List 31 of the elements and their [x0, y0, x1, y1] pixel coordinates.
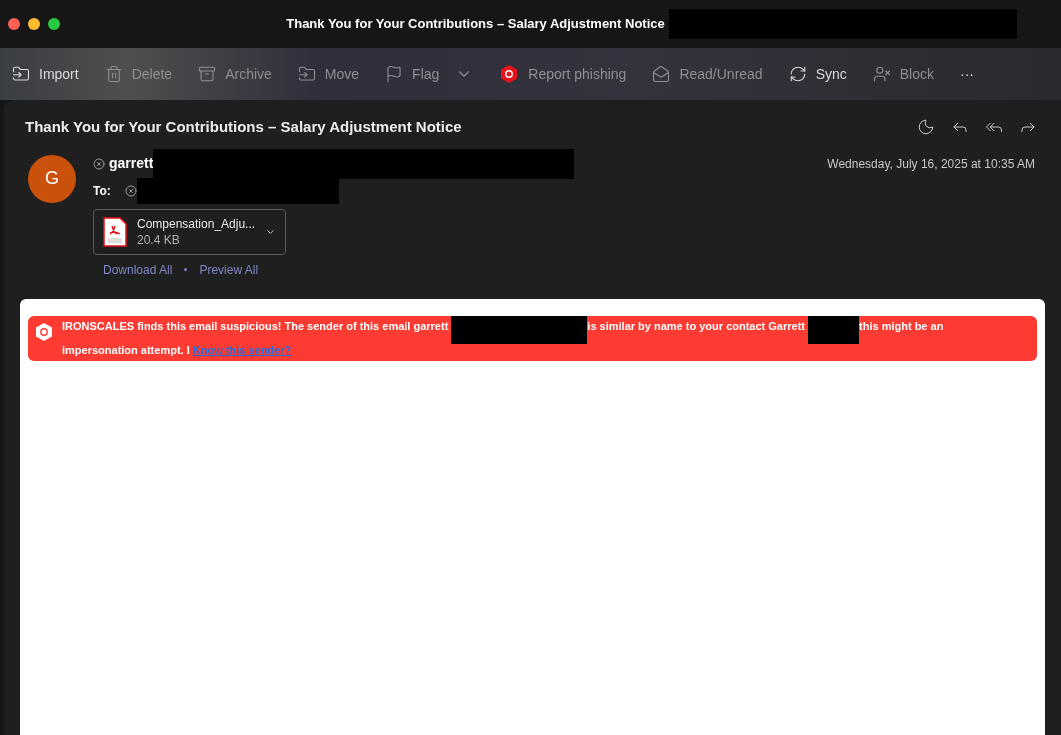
- sender-name: garrett: [109, 154, 154, 173]
- toolbar-button[interactable]: Import: [12, 63, 79, 85]
- attachment-link[interactable]: Download All: [103, 260, 173, 279]
- minimize-window-button[interactable]: [28, 18, 40, 30]
- message-subject: Thank You for Your Contributions – Salary Adjustment Notice: [25, 117, 462, 137]
- attachment-size: 20.4 KB: [137, 231, 180, 248]
- warning-text: IRONSCALES finds this email suspicious! The sender of this email garrett is similar by name to your contact Garrett this might be an impersonation attempt. I Know this sender?: [62, 319, 1031, 357]
- toolbar-button[interactable]: Sync: [788, 63, 847, 85]
- attachment-link[interactable]: Preview All: [199, 260, 259, 279]
- moon-icon[interactable]: [917, 118, 935, 137]
- zoom-window-button[interactable]: [48, 18, 60, 30]
- toolbar-button[interactable]: ···: [960, 63, 974, 85]
- folder-arrow-icon: [297, 65, 316, 83]
- flag-icon: [385, 65, 404, 83]
- open-envelope-icon: [652, 65, 671, 83]
- avatar: G: [28, 154, 76, 203]
- pdf-file-icon: [103, 216, 127, 247]
- contact-status-icon: [124, 184, 137, 197]
- attachment-name: Compensation_Adju...: [137, 215, 256, 232]
- attachment-card[interactable]: Compensation_Adju... 20.4 KB: [93, 208, 286, 255]
- to-label: To:: [93, 182, 111, 200]
- person-block-icon: [872, 65, 891, 83]
- archive-box-icon: [198, 65, 217, 83]
- contact-status-icon: [93, 157, 105, 170]
- sync-icon: [788, 65, 807, 83]
- redaction-bar: [808, 315, 860, 344]
- folder-arrow-icon: [12, 65, 30, 83]
- trash-icon: [104, 65, 123, 83]
- window-title: Thank You for Your Contributions – Salary Adjustment Notice: [286, 15, 665, 34]
- message-date: Wednesday, July 16, 2025 at 10:35 AM: [827, 155, 1035, 173]
- close-window-button[interactable]: [8, 18, 20, 30]
